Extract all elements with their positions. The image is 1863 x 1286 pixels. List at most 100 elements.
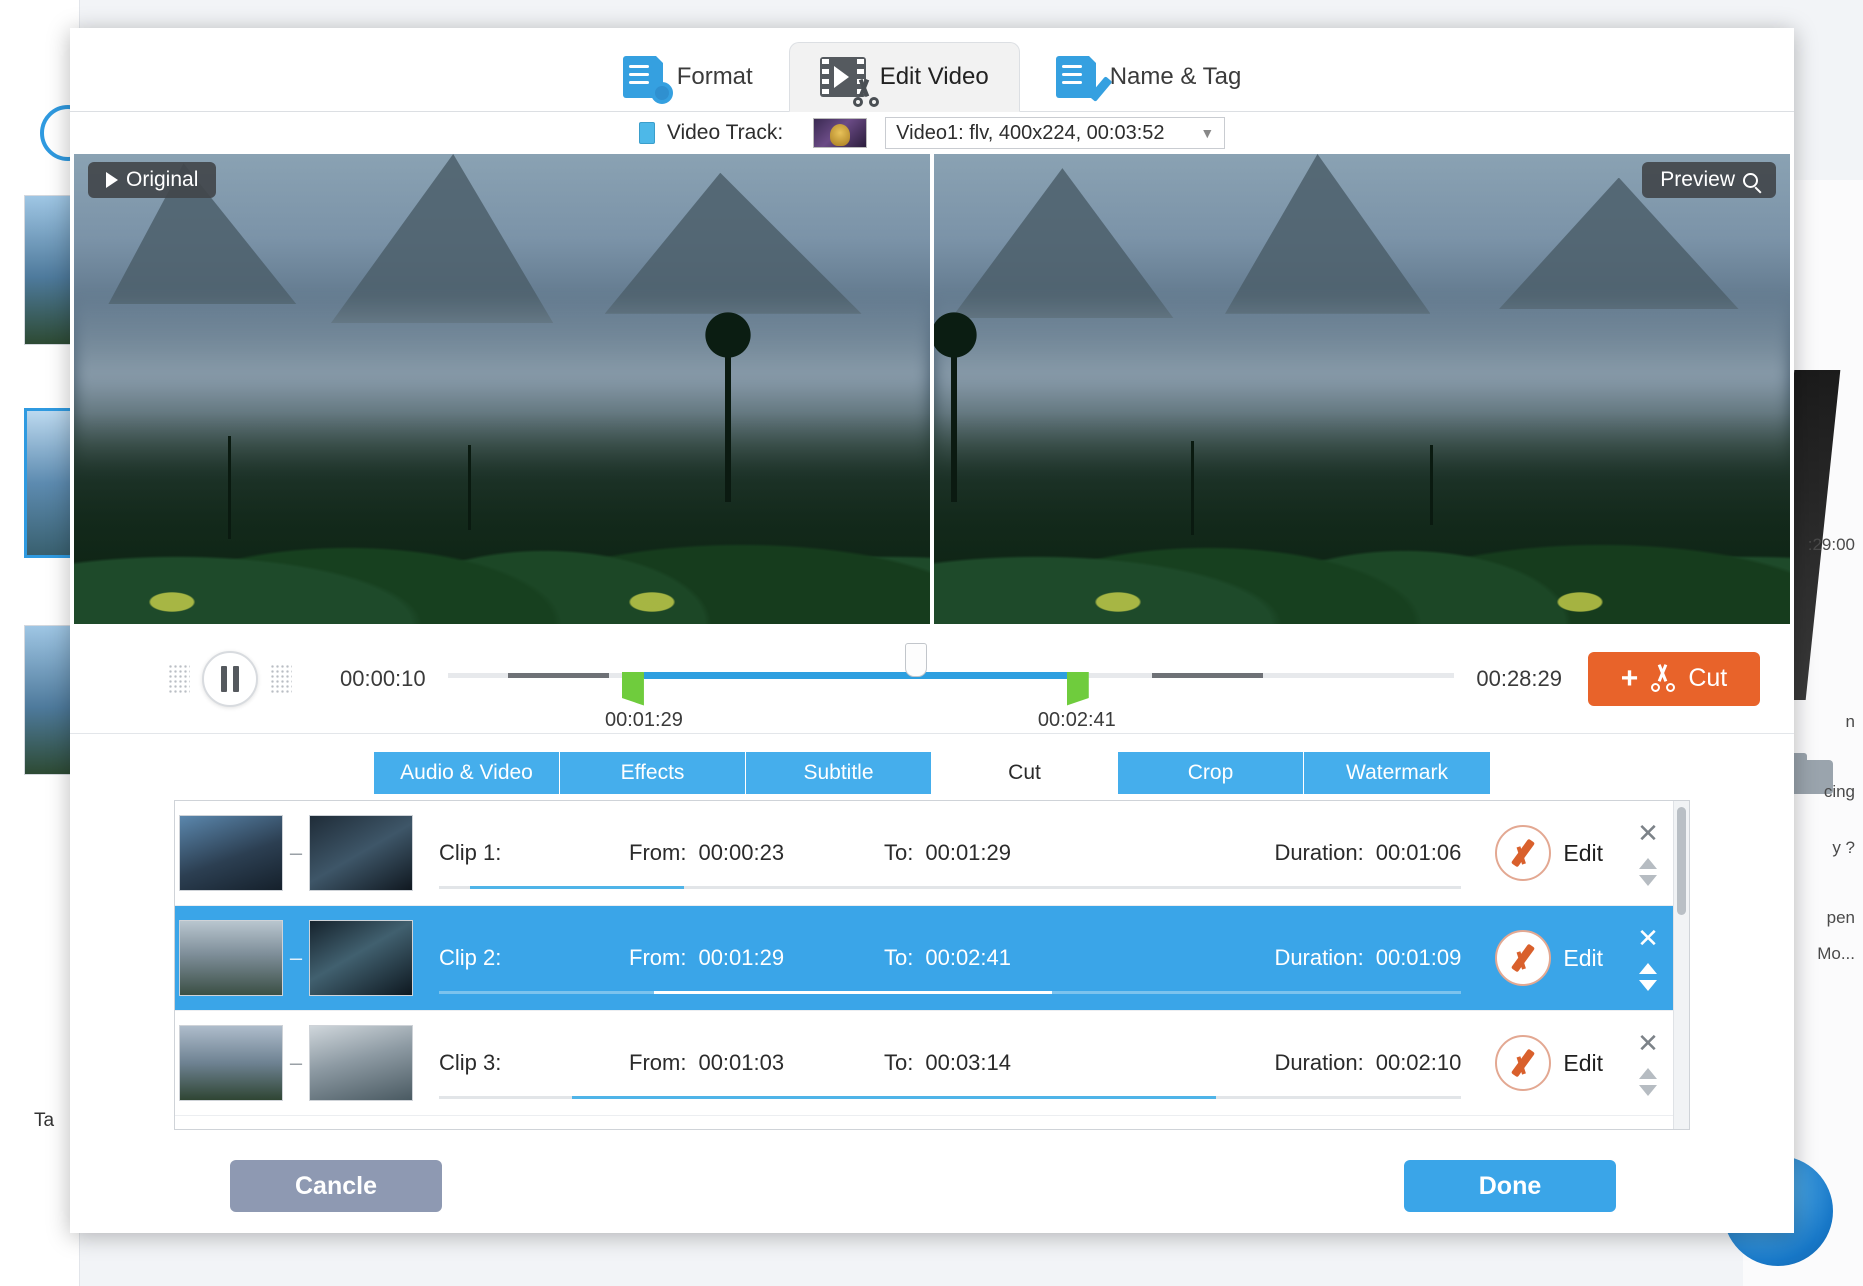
triangle-down-icon[interactable] xyxy=(1639,980,1657,991)
triangle-down-icon[interactable] xyxy=(1639,875,1657,886)
clip-row[interactable]: – Clip 3: From: 00:01:03 To: 00:03:14 Duration… xyxy=(175,1011,1673,1116)
subtab-subtitle-label: Subtitle xyxy=(803,761,874,784)
subtab-subtitle[interactable]: Subtitle xyxy=(746,752,932,794)
done-button[interactable]: Done xyxy=(1404,1160,1616,1212)
clip-from-label: From: xyxy=(629,840,687,865)
clip-edit-button[interactable]: Edit xyxy=(1495,825,1603,881)
original-video-pane[interactable]: Original xyxy=(74,154,930,624)
clip-thumbnails: – xyxy=(175,815,413,891)
video-track-bar: Video Track: Video1: flv, 400x224, 00:03… xyxy=(70,112,1794,154)
trim-end-time: 00:02:41 xyxy=(1037,708,1116,731)
clip-from[interactable]: From: 00:00:23 xyxy=(629,840,884,866)
subtab-crop[interactable]: Crop xyxy=(1118,752,1304,794)
scissors-icon xyxy=(1650,663,1676,692)
timeline-selection xyxy=(643,671,1067,679)
clip-thumbnails: – xyxy=(175,920,413,996)
edit-video-dialog: Format Edit Video Name & Tag Video Track… xyxy=(70,28,1794,1233)
trim-end-handle[interactable] xyxy=(1066,671,1089,706)
play-triangle-icon xyxy=(106,172,118,188)
video-thumbnail xyxy=(813,118,868,148)
clip-range-slider[interactable] xyxy=(439,886,1462,889)
triangle-up-icon[interactable] xyxy=(1639,963,1657,974)
video-track-select[interactable]: Video1: flv, 400x224, 00:03:52 ▼ xyxy=(885,117,1226,149)
clip-to[interactable]: To: 00:03:14 xyxy=(884,1050,1264,1076)
clip-from-label: From: xyxy=(629,945,687,970)
background-right-text: y ? xyxy=(1832,838,1855,857)
magnifier-icon xyxy=(1743,172,1758,188)
clip-fields: Clip 3: From: 00:01:03 To: 00:03:14 Duration:… xyxy=(413,1011,1495,1115)
cancel-button[interactable]: Cancle xyxy=(230,1160,442,1212)
preview-area: Original Preview xyxy=(70,154,1794,624)
pencil-icon xyxy=(1088,76,1112,102)
clip-name: Clip 3: xyxy=(439,1050,502,1075)
clip-list-scrollbar-thumb[interactable] xyxy=(1677,807,1686,915)
subtab-cut[interactable]: Cut xyxy=(932,752,1118,794)
clip-fields: Clip 1: From: 00:00:23 To: 00:01:29 Duration:… xyxy=(413,801,1495,905)
dialog-footer: Cancle Done xyxy=(70,1130,1794,1242)
background-right-text: pen xyxy=(1826,908,1855,927)
tab-edit-video[interactable]: Edit Video xyxy=(788,42,1020,112)
video-track-icon xyxy=(638,122,655,144)
clip-list-scrollbar[interactable] xyxy=(1673,801,1689,1129)
clip-edit-button[interactable]: Edit xyxy=(1495,1035,1603,1091)
playhead-handle[interactable] xyxy=(904,642,927,677)
clip-from-value: 00:01:03 xyxy=(698,1050,785,1075)
pencil-edit-icon xyxy=(1495,1035,1552,1091)
triangle-up-icon[interactable] xyxy=(1639,1068,1657,1079)
clip-duration: Duration: 00:01:09 xyxy=(1274,945,1461,971)
clip-to-value: 00:03:14 xyxy=(925,1050,1011,1075)
chevron-down-icon: ▼ xyxy=(1200,125,1215,141)
tab-format[interactable]: Format xyxy=(593,42,783,112)
clip-thumbnail-end xyxy=(309,1025,413,1101)
close-icon[interactable]: ✕ xyxy=(1637,1030,1659,1056)
pencil-edit-icon xyxy=(1495,930,1552,986)
preview-badge-label: Preview xyxy=(1660,168,1735,191)
clip-range-slider[interactable] xyxy=(439,991,1462,994)
clip-duration-value: 00:01:09 xyxy=(1375,945,1462,970)
drag-grip-icon[interactable] xyxy=(168,663,190,694)
clip-list: – Clip 1: From: 00:00:23 To: 00:01:29 Duration… xyxy=(175,801,1673,1129)
subtab-effects[interactable]: Effects xyxy=(560,752,746,794)
gear-icon xyxy=(650,82,673,104)
close-icon[interactable]: ✕ xyxy=(1637,925,1659,951)
clip-from[interactable]: From: 00:01:03 xyxy=(629,1050,884,1076)
subtab-audio-video[interactable]: Audio & Video xyxy=(374,752,560,794)
timeline-segment xyxy=(1152,672,1264,678)
clip-from[interactable]: From: 00:01:29 xyxy=(629,945,884,971)
subtab-watermark-label: Watermark xyxy=(1346,761,1448,784)
clip-row[interactable]: – Clip 1: From: 00:00:23 To: 00:01:29 Duration… xyxy=(175,801,1673,906)
timeline-end-time: 00:28:29 xyxy=(1476,665,1562,691)
subtab-crop-label: Crop xyxy=(1187,761,1234,784)
background-right-text: n xyxy=(1845,712,1855,731)
original-badge-label: Original xyxy=(126,168,199,191)
clip-duration: Duration: 00:01:06 xyxy=(1274,840,1461,866)
transport-bar: 00:00:10 00:01:29 00:02:41 00:28:29 + Cu… xyxy=(70,624,1794,734)
clip-from-label: From: xyxy=(629,1050,687,1075)
clip-edit-label: Edit xyxy=(1563,944,1603,971)
pause-button[interactable] xyxy=(202,650,258,707)
timeline[interactable]: 00:01:29 00:02:41 xyxy=(447,639,1455,731)
drag-grip-icon[interactable] xyxy=(270,663,292,694)
clip-to[interactable]: To: 00:02:41 xyxy=(884,945,1264,971)
scissors-icon xyxy=(852,78,879,107)
subtab-watermark[interactable]: Watermark xyxy=(1304,752,1490,794)
dialog-tab-strip: Format Edit Video Name & Tag xyxy=(70,28,1794,112)
clip-to-value: 00:02:41 xyxy=(925,945,1011,970)
film-scissors-icon xyxy=(819,57,879,107)
cut-button[interactable]: + Cut xyxy=(1588,651,1760,706)
close-icon[interactable]: ✕ xyxy=(1637,820,1659,846)
clip-thumbnail-start xyxy=(179,920,283,996)
clip-to[interactable]: To: 00:01:29 xyxy=(884,840,1264,866)
triangle-down-icon[interactable] xyxy=(1639,1085,1657,1096)
preview-badge: Preview xyxy=(1642,162,1776,198)
background-right-text: cing xyxy=(1823,782,1855,801)
clip-row[interactable]: – Clip 2: From: 00:01:29 To: 00:02:41 Duration… xyxy=(175,906,1673,1011)
preview-video-pane[interactable]: Preview xyxy=(934,154,1790,624)
tab-name-tag[interactable]: Name & Tag xyxy=(1026,42,1272,112)
background-right-text: Mo... xyxy=(1817,944,1855,963)
clip-duration-value: 00:01:06 xyxy=(1375,840,1462,865)
clip-range-slider[interactable] xyxy=(439,1096,1462,1099)
clip-edit-button[interactable]: Edit xyxy=(1495,930,1603,986)
trim-start-handle[interactable] xyxy=(621,671,644,706)
triangle-up-icon[interactable] xyxy=(1639,858,1657,869)
